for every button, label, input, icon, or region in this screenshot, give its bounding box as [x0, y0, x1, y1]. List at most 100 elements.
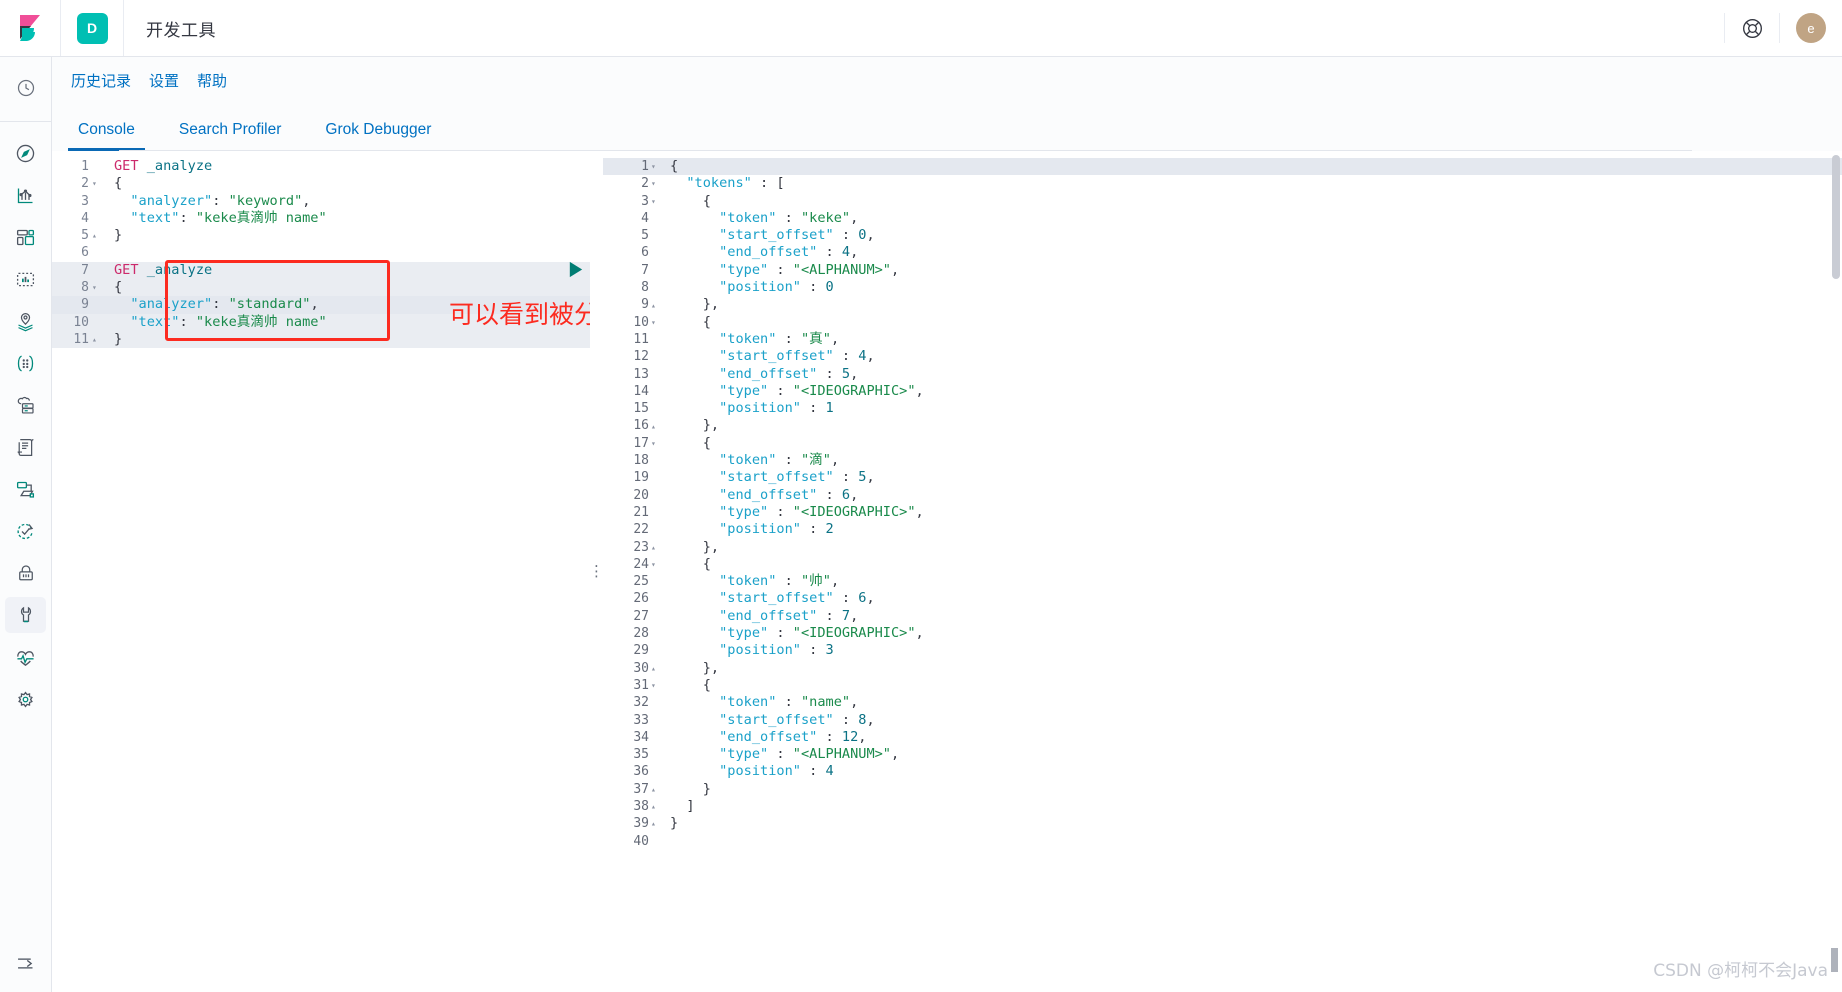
fold-toggle-icon[interactable]: ▾ — [651, 193, 664, 210]
code-line[interactable]: 11 ▴} — [51, 330, 590, 349]
code-line[interactable]: 7 "type" : "<ALPHANUM>", — [603, 262, 1842, 279]
sidebar-item-management[interactable] — [0, 678, 51, 720]
code-line[interactable]: 21 "type" : "<IDEOGRAPHIC>", — [603, 504, 1842, 521]
fold-toggle-icon[interactable]: ▴ — [651, 539, 664, 556]
sidebar-item-canvas[interactable] — [0, 258, 51, 300]
tab-console[interactable]: Console — [68, 121, 145, 151]
sidebar-item-uptime[interactable] — [0, 510, 51, 552]
subnav-item-help[interactable]: 帮助 — [188, 66, 236, 95]
kibana-logo-icon[interactable] — [0, 0, 61, 56]
fold-toggle-icon[interactable]: ▴ — [651, 781, 664, 798]
code-line[interactable]: 9 ▴ }, — [603, 296, 1842, 313]
code-line[interactable]: 14 "type" : "<IDEOGRAPHIC>", — [603, 383, 1842, 400]
code-line[interactable]: 10 ▾ { — [603, 314, 1842, 331]
subnav-item-history[interactable]: 历史记录 — [62, 66, 140, 95]
code-line[interactable]: 15 "position" : 1 — [603, 400, 1842, 417]
code-line[interactable]: 40 — [603, 833, 1842, 850]
sidebar-item-discover[interactable] — [0, 132, 51, 174]
code-line[interactable]: 1 GET _analyze — [51, 158, 590, 175]
fold-toggle-icon[interactable]: ▴ — [651, 798, 664, 815]
code-line[interactable]: 36 "position" : 4 — [603, 763, 1842, 780]
sidebar-item-machine-learning[interactable] — [0, 342, 51, 384]
fold-toggle-icon[interactable]: ▾ — [651, 158, 664, 175]
code-line[interactable]: 8 "position" : 0 — [603, 279, 1842, 296]
code-line[interactable]: 6 "end_offset" : 4, — [603, 244, 1842, 261]
code-line[interactable]: 5 "start_offset" : 0, — [603, 227, 1842, 244]
pane-splitter[interactable]: ⋮ — [589, 151, 604, 992]
code-line[interactable]: 11 "token" : "真", — [603, 331, 1842, 348]
code-line[interactable]: 26 "start_offset" : 6, — [603, 590, 1842, 607]
code-line[interactable]: 18 "token" : "滴", — [603, 452, 1842, 469]
fold-toggle-icon[interactable]: ▾ — [92, 175, 105, 192]
code-line[interactable]: 3 ▾ { — [603, 193, 1842, 210]
code-line[interactable]: 16 ▴ }, — [603, 417, 1842, 434]
fold-toggle-icon[interactable]: ▴ — [651, 815, 664, 832]
fold-toggle-icon[interactable]: ▴ — [92, 227, 105, 244]
line-number: 27 — [633, 608, 649, 624]
play-send-request-icon[interactable] — [566, 260, 585, 284]
code-line[interactable]: 7 GET _analyze — [51, 261, 590, 280]
code-line[interactable]: 39 ▴} — [603, 815, 1842, 832]
console-response-pane[interactable]: 1 ▾{2 ▾ "tokens" : [3 ▾ {4 "token" : "keke"… — [603, 151, 1842, 992]
fold-toggle-icon[interactable]: ▾ — [651, 556, 664, 573]
response-scrollbar-thumb[interactable] — [1832, 155, 1840, 279]
subnav-item-settings[interactable]: 设置 — [140, 66, 188, 95]
code-line[interactable]: 31 ▾ { — [603, 677, 1842, 694]
code-line[interactable]: 17 ▾ { — [603, 435, 1842, 452]
tab-grok-debugger[interactable]: Grok Debugger — [315, 121, 441, 151]
fold-toggle-icon[interactable]: ▾ — [92, 279, 105, 296]
code-line[interactable]: 37 ▴ } — [603, 781, 1842, 798]
code-line[interactable]: 20 "end_offset" : 6, — [603, 487, 1842, 504]
code-line[interactable]: 4 "text": "keke真滴帅 name" — [51, 210, 590, 227]
code-line[interactable]: 38 ▴ ] — [603, 798, 1842, 815]
fold-toggle-icon[interactable]: ▾ — [651, 314, 664, 331]
sidebar-item-monitoring[interactable] — [0, 636, 51, 678]
fold-toggle-icon[interactable]: ▴ — [651, 297, 664, 314]
lifebuoy-help-icon[interactable] — [1725, 0, 1779, 56]
sidebar-item-dev-tools[interactable] — [0, 594, 51, 636]
code-line[interactable]: 22 "position" : 2 — [603, 521, 1842, 538]
code-line[interactable]: 1 ▾ { — [603, 158, 1842, 176]
code-line[interactable]: 19 "start_offset" : 5, — [603, 469, 1842, 486]
sidebar-item-dashboard[interactable] — [0, 216, 51, 258]
code-line[interactable]: 4 "token" : "keke", — [603, 210, 1842, 227]
code-line[interactable]: 24 ▾ { — [603, 556, 1842, 573]
code-line[interactable]: 25 "token" : "帅", — [603, 573, 1842, 590]
sidebar-item-siem[interactable] — [0, 552, 51, 594]
fold-toggle-icon[interactable]: ▾ — [651, 435, 664, 452]
code-line[interactable]: 32 "token" : "name", — [603, 694, 1842, 711]
code-line[interactable]: 5 ▴} — [51, 227, 590, 244]
code-line[interactable]: 28 "type" : "<IDEOGRAPHIC>", — [603, 625, 1842, 642]
tab-search-profiler[interactable]: Search Profiler — [169, 121, 292, 151]
collapse-arrow-icon[interactable] — [0, 942, 51, 984]
avatar-wrap[interactable]: e — [1780, 0, 1842, 56]
sidebar-item-apm[interactable] — [0, 468, 51, 510]
response-lines[interactable]: 1 ▾{2 ▾ "tokens" : [3 ▾ {4 "token" : "keke"… — [603, 158, 1842, 850]
code-line[interactable]: 13 "end_offset" : 5, — [603, 366, 1842, 383]
fold-toggle-icon[interactable]: ▴ — [92, 331, 105, 348]
code-line[interactable]: 2 ▾ "tokens" : [ — [603, 175, 1842, 192]
code-line[interactable]: 6 — [51, 244, 590, 261]
response-scrollbar-track[interactable] — [1832, 151, 1841, 992]
code-line[interactable]: 30 ▴ }, — [603, 660, 1842, 677]
sidebar-item-maps[interactable] — [0, 300, 51, 342]
code-line[interactable]: 2 ▾ { — [51, 175, 590, 192]
fold-toggle-icon[interactable]: ▴ — [651, 660, 664, 677]
code-line[interactable]: 33 "start_offset" : 8, — [603, 712, 1842, 729]
code-line[interactable]: 8 ▾ { — [51, 279, 590, 297]
code-line[interactable]: 27 "end_offset" : 7, — [603, 608, 1842, 625]
code-line[interactable]: 34 "end_offset" : 12, — [603, 729, 1842, 746]
code-line[interactable]: 12 "start_offset" : 4, — [603, 348, 1842, 365]
code-line[interactable]: 29 "position" : 3 — [603, 642, 1842, 659]
console-request-pane[interactable]: 1 GET _analyze 2 ▾{3 "analyzer": "keyword",… — [51, 151, 590, 992]
fold-toggle-icon[interactable]: ▴ — [651, 418, 664, 435]
code-line[interactable]: 23 ▴ }, — [603, 539, 1842, 556]
fold-toggle-icon[interactable]: ▾ — [651, 175, 664, 192]
fold-toggle-icon[interactable]: ▾ — [651, 677, 664, 694]
sidebar-item-infrastructure[interactable] — [0, 384, 51, 426]
sidebar-item-recently-viewed[interactable] — [0, 67, 51, 109]
code-line[interactable]: 3 "analyzer": "keyword", — [51, 193, 590, 210]
code-line[interactable]: 35 "type" : "<ALPHANUM>", — [603, 746, 1842, 763]
sidebar-item-logs[interactable] — [0, 426, 51, 468]
sidebar-item-visualize[interactable] — [0, 174, 51, 216]
